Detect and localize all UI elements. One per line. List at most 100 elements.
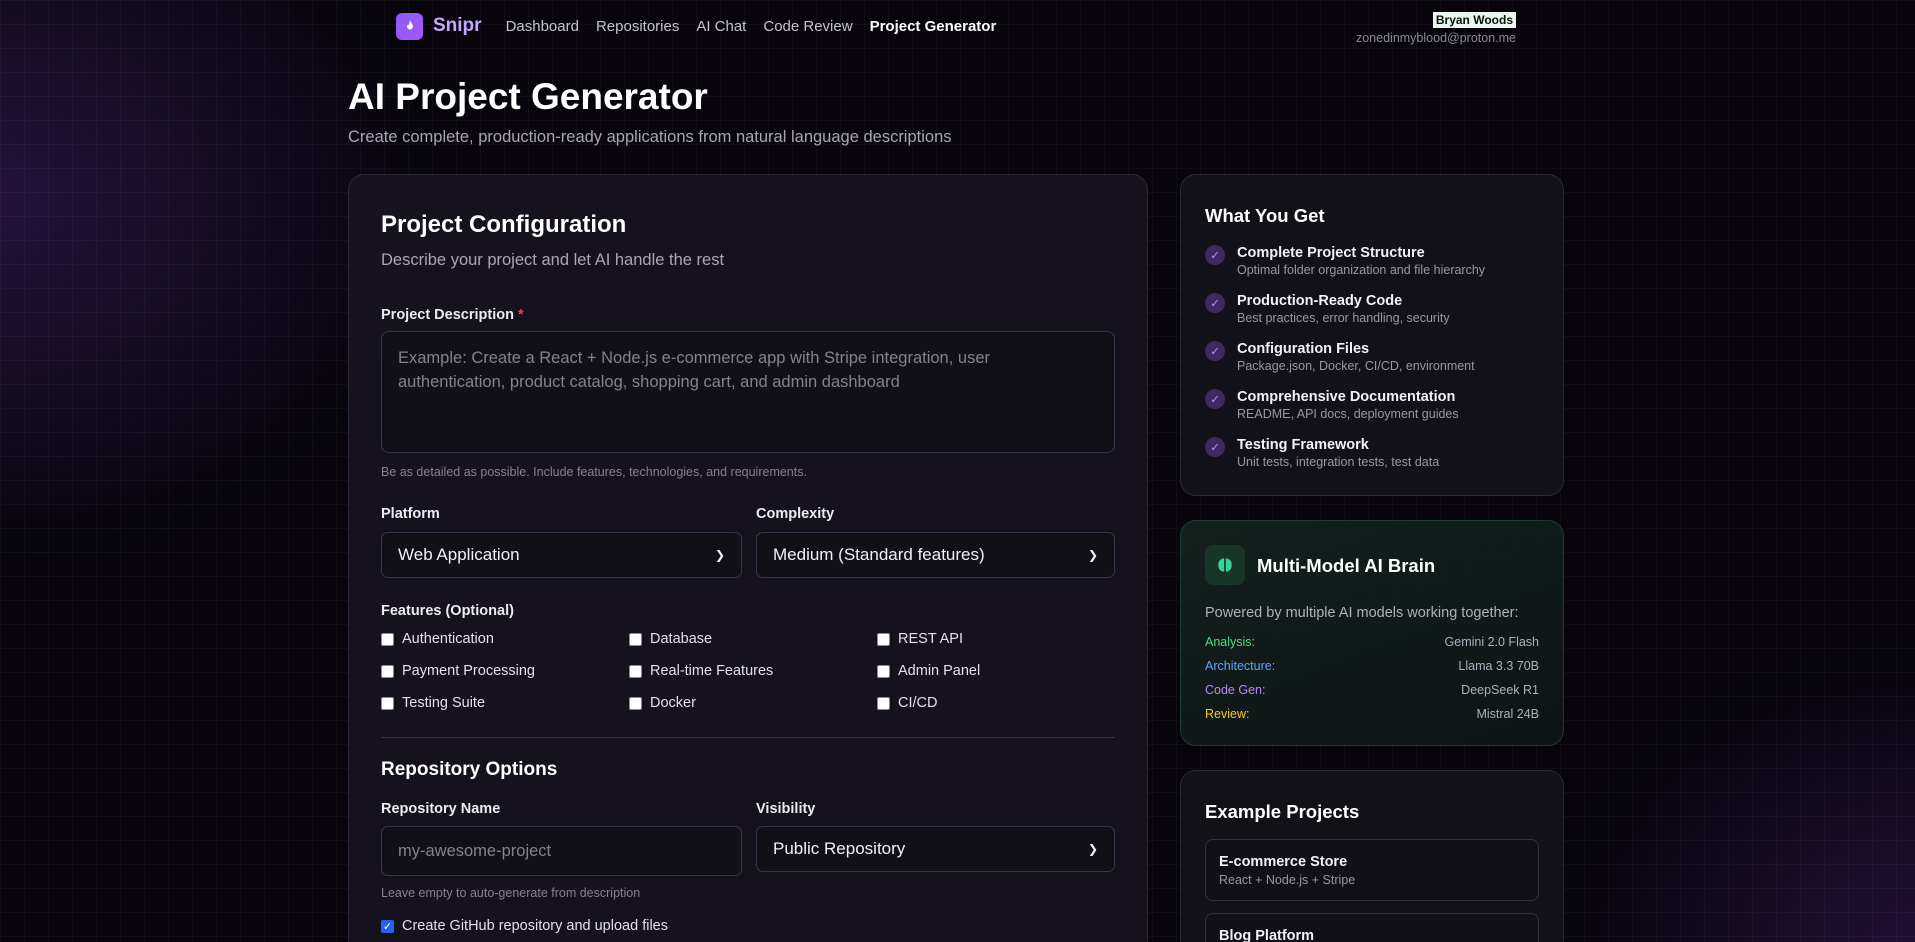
required-marker: * [517,307,524,323]
feature-authentication[interactable]: Authentication [381,631,494,647]
check-icon: ✓ [1205,389,1225,409]
benefit-subtitle: README, API docs, deployment guides [1237,407,1459,421]
checkbox[interactable] [629,696,642,710]
complexity-label: Complexity [756,506,835,522]
checkbox[interactable] [381,664,394,678]
platform-select[interactable]: Web Application ❯ [381,532,742,578]
description-label: Project Description * [381,307,524,323]
checkbox[interactable] [381,632,394,646]
checkbox[interactable] [877,632,890,646]
benefit-title: Comprehensive Documentation [1237,389,1456,405]
benefit-item: ✓ Production-Ready Code Best practices, e… [1205,293,1450,325]
feature-label: Payment Processing [402,663,535,679]
checkbox[interactable] [629,632,642,646]
platform-value: Web Application [398,545,520,564]
model-role: Architecture: [1205,659,1276,673]
checkbox-checked[interactable]: ✓ [381,919,394,933]
nav-link-dashboard[interactable]: Dashboard [506,18,579,35]
feature-payment-processing[interactable]: Payment Processing [381,663,535,679]
feature-label: Docker [650,695,696,711]
nav-link-code-review[interactable]: Code Review [763,18,852,35]
model-row: Analysis: Gemini 2.0 Flash [1205,635,1539,649]
chevron-down-icon: ❯ [1087,548,1098,562]
benefit-title: Production-Ready Code [1237,293,1403,309]
benefit-subtitle: Unit tests, integration tests, test data [1237,455,1440,469]
chevron-down-icon: ❯ [714,548,725,562]
brand-name[interactable]: Snipr [433,15,482,37]
feature-admin-panel[interactable]: Admin Panel [877,663,980,679]
what-you-get-card: What You Get ✓ Complete Project Structur… [1180,174,1564,496]
benefit-subtitle: Best practices, error handling, security [1237,311,1450,325]
feature-docker[interactable]: Docker [629,695,696,711]
repository-name-input[interactable]: my-awesome-project [381,826,742,876]
model-name: Gemini 2.0 Flash [1444,635,1539,649]
feature-label: CI/CD [898,695,938,711]
benefit-subtitle: Optimal folder organization and file hie… [1237,263,1486,277]
check-icon: ✓ [1205,293,1225,313]
project-description-textarea[interactable]: Example: Create a React + Node.js e-comm… [381,331,1115,453]
feature-database[interactable]: Database [629,631,712,647]
feature-testing-suite[interactable]: Testing Suite [381,695,485,711]
complexity-value: Medium (Standard features) [773,545,985,564]
page-title: AI Project Generator [348,76,708,117]
visibility-select[interactable]: Public Repository ❯ [756,826,1115,872]
model-name: Llama 3.3 70B [1458,659,1539,673]
brain-icon [1205,545,1245,585]
feature-label: Testing Suite [402,695,486,711]
model-row: Architecture: Llama 3.3 70B [1205,659,1539,673]
checkbox[interactable] [629,664,642,678]
user-email: zonedinmyblood@proton.me [1355,31,1516,45]
user-name: Bryan Woods [1432,12,1516,28]
brain-title: Multi-Model AI Brain [1257,555,1436,576]
model-name: Mistral 24B [1476,707,1539,721]
check-icon: ✓ [1205,245,1225,265]
example-projects-title: Example Projects [1205,801,1360,822]
example-project-item[interactable]: E-commerce Store React + Node.js + Strip… [1205,839,1539,901]
feature-label: Admin Panel [898,663,981,679]
example-project-item[interactable]: Blog Platform [1205,913,1539,942]
feature-label: Database [650,631,713,647]
nav-link-ai-chat[interactable]: AI Chat [696,18,746,35]
config-subtitle: Describe your project and let AI handle … [381,251,725,269]
model-name: DeepSeek R1 [1461,683,1539,697]
top-nav: Snipr Dashboard Repositories AI Chat Cod… [396,12,1013,40]
nav-link-repositories[interactable]: Repositories [596,18,679,35]
feature-ci-cd[interactable]: CI/CD [877,695,937,711]
model-row: Code Gen: DeepSeek R1 [1205,683,1539,697]
example-projects-card: Example Projects E-commerce Store React … [1180,770,1564,942]
benefit-title: Configuration Files [1237,341,1370,357]
feature-rest-api[interactable]: REST API [877,631,963,647]
page-subtitle: Create complete, production-ready applic… [348,128,952,146]
feature-label: Authentication [402,631,494,647]
visibility-value: Public Repository [773,839,906,858]
benefit-item: ✓ Comprehensive Documentation README, API… [1205,389,1459,421]
check-icon: ✓ [1205,341,1225,361]
create-github-repo-option[interactable]: ✓ Create GitHub repository and upload fil… [381,918,668,934]
check-icon: ✓ [1205,437,1225,457]
benefit-item: ✓ Configuration Files Package.json, Docke… [1205,341,1475,373]
logo-icon[interactable] [396,12,423,40]
example-subtitle: React + Node.js + Stripe [1219,873,1356,887]
feature-real-time[interactable]: Real-time Features [629,663,773,679]
visibility-label: Visibility [756,801,816,817]
model-role: Analysis: [1205,635,1256,649]
chevron-down-icon: ❯ [1087,842,1098,856]
features-label: Features (Optional) [381,603,514,619]
repository-name-hint: Leave empty to auto-generate from descri… [381,886,641,900]
brain-subtitle: Powered by multiple AI models working to… [1205,605,1519,621]
benefit-item: ✓ Testing Framework Unit tests, integrati… [1205,437,1439,469]
checkbox[interactable] [381,696,394,710]
model-role: Code Gen: [1205,683,1266,697]
repository-name-label: Repository Name [381,801,501,817]
checkbox[interactable] [877,664,890,678]
example-title: Blog Platform [1219,928,1315,942]
user-menu[interactable]: Bryan Woods zonedinmyblood@proton.me [1356,11,1516,45]
nav-link-project-generator[interactable]: Project Generator [870,18,997,35]
multi-model-brain-card: Multi-Model AI Brain Powered by multiple… [1180,520,1564,746]
checkbox[interactable] [877,696,890,710]
feature-label: REST API [898,631,964,647]
description-label-text: Project Description [381,307,514,323]
complexity-select[interactable]: Medium (Standard features) ❯ [756,532,1115,578]
benefit-item: ✓ Complete Project Structure Optimal fold… [1205,245,1485,277]
divider [381,737,1115,738]
